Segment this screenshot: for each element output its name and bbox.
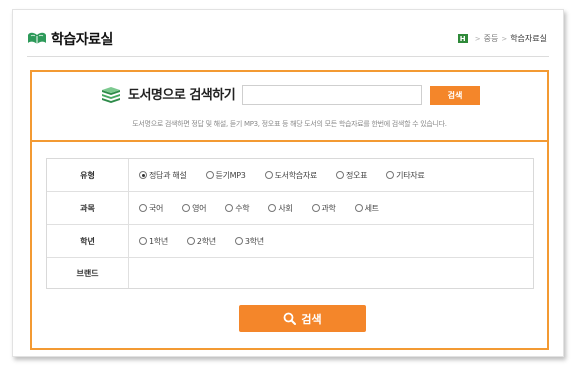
subject-option-science[interactable]: 과학 [311,203,336,214]
radio-icon[interactable] [139,171,147,179]
search-panel: 도서명으로 검색하기 검색 도서명으로 검색하면 정답 및 해설, 듣기 MP3… [30,70,549,350]
radio-icon[interactable] [268,204,277,212]
type-option-errata[interactable]: 정오표 [335,170,367,181]
title-search-button[interactable]: 검색 [430,86,480,105]
home-icon[interactable]: H [457,34,468,43]
radio-icon[interactable] [139,237,147,245]
radio-icon[interactable] [335,171,344,179]
type-option-mp3[interactable]: 듣기MP3 [205,170,246,181]
type-option-book-materials[interactable]: 도서학습자료 [264,170,317,181]
filter-label-subject: 과목 [47,192,129,224]
type-option-other[interactable]: 기타자료 [386,170,425,181]
type-option-answers[interactable]: 정답과 해설 [139,170,187,181]
radio-icon[interactable] [311,204,320,212]
filter-label-grade: 학년 [47,225,129,257]
breadcrumb-separator-icon: > [501,34,508,43]
radio-icon[interactable] [225,204,234,212]
book-logo-icon [28,32,46,44]
filter-table: 유형 정답과 해설 듣기MP3 도서학습자료 정오표 기타자료 과목 국어 영어… [46,158,534,289]
grade-option-3[interactable]: 3학년 [234,236,264,247]
radio-icon[interactable] [139,204,147,212]
filter-options-type: 정답과 해설 듣기MP3 도서학습자료 정오표 기타자료 [129,159,533,191]
page-header: 학습자료실 [27,28,113,50]
radio-icon[interactable] [354,204,363,212]
magnifier-icon [283,312,297,325]
filter-row-grade: 학년 1학년 2학년 3학년 [47,225,533,258]
filter-label-brand: 브랜드 [47,258,129,288]
header-divider [27,56,549,57]
subject-option-set[interactable]: 세트 [354,203,379,214]
filter-options-subject: 국어 영어 수학 사회 과학 세트 [129,192,533,224]
breadcrumb: H > 중등 > 학습자료실 [457,33,547,44]
filter-options-grade: 1학년 2학년 3학년 [129,225,533,257]
main-search-button[interactable]: 검색 [239,305,366,332]
filter-row-type: 유형 정답과 해설 듣기MP3 도서학습자료 정오표 기타자료 [47,159,533,192]
breadcrumb-separator-icon: > [474,34,481,43]
filter-row-subject: 과목 국어 영어 수학 사회 과학 세트 [47,192,533,225]
radio-icon[interactable] [234,237,243,245]
search-title: 도서명으로 검색하기 [128,88,236,103]
radio-icon[interactable] [182,204,191,212]
radio-icon[interactable] [386,171,395,179]
radio-icon[interactable] [186,237,195,245]
page-title: 학습자료실 [51,32,113,48]
radio-icon[interactable] [264,171,273,179]
subject-option-korean[interactable]: 국어 [139,203,163,214]
filter-options-brand [129,258,533,288]
stacked-books-icon [102,86,120,103]
filter-row-brand: 브랜드 [47,258,533,288]
subject-option-social[interactable]: 사회 [268,203,293,214]
book-title-input[interactable] [242,85,422,105]
title-search-heading: 도서명으로 검색하기 [100,84,236,103]
grade-option-1[interactable]: 1학년 [139,236,168,247]
breadcrumb-current: 학습자료실 [510,34,547,43]
subject-option-math[interactable]: 수학 [225,203,250,214]
subject-option-english[interactable]: 영어 [182,203,207,214]
radio-icon[interactable] [205,171,214,179]
breadcrumb-item-middle-school[interactable]: 중등 [484,33,499,44]
filter-label-type: 유형 [47,159,129,191]
search-description: 도서명으로 검색하면 정답 및 해설, 듣기 MP3, 정오표 등 해당 도서의… [132,120,447,128]
title-search-section: 도서명으로 검색하기 검색 도서명으로 검색하면 정답 및 해설, 듣기 MP3… [32,72,547,142]
grade-option-2[interactable]: 2학년 [186,236,216,247]
main-search-label: 검색 [301,312,322,326]
content-frame: 학습자료실 H > 중등 > 학습자료실 도서명으로 검색하기 검색 도서명으로… [12,9,564,357]
